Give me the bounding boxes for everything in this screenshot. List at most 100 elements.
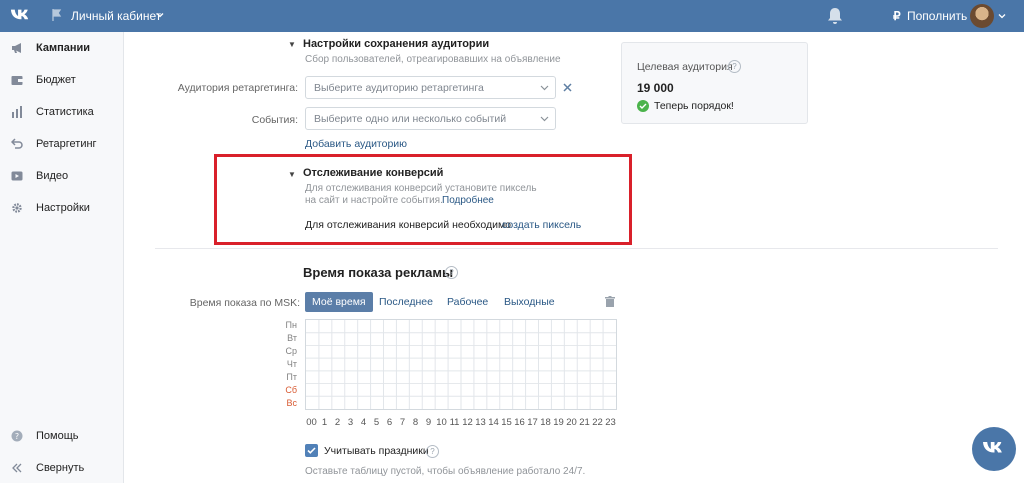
question-icon[interactable]: ? (426, 445, 439, 458)
preset-last[interactable]: Последнее (379, 292, 433, 312)
sidebar-collapse[interactable]: Свернуть (0, 453, 123, 483)
chevron-down-icon (540, 116, 549, 122)
holidays-label[interactable]: Учитывать праздники (324, 445, 429, 457)
day-label: Пн (285, 320, 297, 330)
target-audience-value: 19 000 (637, 81, 674, 95)
retarget-audience-select[interactable]: Выберите аудиторию ретаргетинга (305, 76, 556, 99)
schedule-hint: Оставьте таблицу пустой, чтобы объявлени… (305, 466, 586, 477)
svg-text:?: ? (15, 432, 19, 441)
retarget-audience-label: Аудитория ретаргетинга: (177, 82, 298, 94)
hour-label: 13 (475, 417, 486, 428)
events-label: События: (251, 114, 298, 126)
day-label: Ср (285, 346, 297, 356)
video-play-icon (11, 171, 23, 181)
schedule-title: Время показа рекламы (303, 265, 454, 280)
hour-label: 1 (321, 417, 328, 428)
chevron-down-icon (540, 85, 549, 91)
day-label: Вт (287, 333, 297, 343)
hour-label: 5 (373, 417, 380, 428)
sidebar-item-retargeting[interactable]: Ретаргетинг (0, 129, 123, 159)
add-audience-link[interactable]: Добавить аудиторию (305, 138, 407, 150)
sidebar-item-label: Статистика (36, 106, 94, 118)
question-icon[interactable]: ? (728, 60, 741, 73)
hour-label: 18 (540, 417, 551, 428)
check-circle-icon (637, 100, 649, 112)
hour-label: 8 (412, 417, 419, 428)
day-label: Чт (286, 359, 297, 369)
cabinet-menu[interactable]: Личный кабинет (71, 9, 161, 23)
hour-label: 4 (360, 417, 367, 428)
create-pixel-link[interactable]: создать пиксель (502, 219, 581, 231)
sidebar-item-label: Помощь (36, 430, 79, 442)
hour-label: 2 (334, 417, 341, 428)
chevron-down-icon[interactable] (156, 11, 164, 19)
hour-label: 7 (399, 417, 406, 428)
hour-label: 10 (436, 417, 447, 428)
topup-link[interactable]: Пополнить (907, 9, 967, 23)
pixel-required-text: Для отслеживания конверсий необходимо (305, 219, 512, 231)
hour-label: 19 (553, 417, 564, 428)
bar-chart-icon (12, 106, 22, 118)
sidebar-help[interactable]: ? Помощь (0, 421, 123, 451)
sidebar-item-campaigns[interactable]: Кампании (0, 33, 123, 63)
section-title[interactable]: Отслеживание конверсий (303, 167, 443, 179)
conversion-desc-line1: Для отслеживания конверсий установите пи… (305, 183, 537, 194)
vk-logo-icon (983, 442, 1002, 453)
chevron-down-icon[interactable] (998, 12, 1006, 20)
hour-label: 22 (592, 417, 603, 428)
preset-my-time[interactable]: Моё время (305, 292, 373, 312)
collapse-triangle-icon[interactable]: ▼ (288, 170, 296, 179)
section-divider (155, 248, 998, 249)
sidebar-item-label: Кампании (36, 42, 91, 54)
top-bar: Личный кабинет ₽ Пополнить (0, 0, 1024, 32)
collapse-triangle-icon[interactable]: ▼ (288, 40, 296, 49)
avatar[interactable] (970, 4, 994, 28)
sidebar-item-video[interactable]: Видео (0, 161, 123, 191)
hour-label: 12 (462, 417, 473, 428)
schedule-grid[interactable] (305, 319, 617, 410)
sidebar-item-label: Настройки (36, 202, 90, 214)
select-placeholder: Выберите аудиторию ретаргетинга (314, 82, 484, 94)
target-audience-status: Теперь порядок! (654, 100, 734, 112)
preset-weekends[interactable]: Выходные (504, 292, 555, 312)
preset-working[interactable]: Рабочее (447, 292, 488, 312)
double-chevron-left-icon (12, 463, 22, 473)
bell-icon[interactable] (827, 7, 843, 25)
holidays-checkbox[interactable] (305, 444, 318, 457)
sidebar-item-label: Видео (36, 170, 69, 182)
day-label: Пт (286, 372, 297, 382)
question-icon[interactable]: ? (445, 266, 458, 279)
sidebar-item-budget[interactable]: Бюджет (0, 65, 123, 95)
sidebar-item-label: Бюджет (36, 74, 76, 86)
hour-label: 3 (347, 417, 354, 428)
target-audience-card: Целевая аудитория ? 19 000 Теперь порядо… (621, 42, 808, 124)
vk-logo-icon[interactable] (10, 7, 32, 25)
sidebar-item-statistics[interactable]: Статистика (0, 97, 123, 127)
close-icon[interactable] (563, 83, 572, 92)
hour-label: 16 (514, 417, 525, 428)
hour-label: 20 (566, 417, 577, 428)
hour-label: 6 (386, 417, 393, 428)
main-content: ▼ Настройки сохранения аудитории Сбор по… (125, 32, 1024, 483)
schedule-row-label: Время показа по MSK: (189, 297, 300, 309)
hour-label: 23 (605, 417, 616, 428)
target-audience-label: Целевая аудитория (637, 61, 733, 73)
more-link[interactable]: Подробнее (442, 195, 494, 206)
hour-label: 9 (425, 417, 432, 428)
hour-label: 21 (579, 417, 590, 428)
checkmark-icon (307, 447, 316, 454)
events-select[interactable]: Выберите одно или несколько событий (305, 107, 556, 130)
section-title[interactable]: Настройки сохранения аудитории (303, 38, 489, 50)
hour-label: 17 (527, 417, 538, 428)
hour-label: 15 (501, 417, 512, 428)
gear-icon (12, 203, 22, 213)
sidebar-item-label: Ретаргетинг (36, 138, 97, 150)
help-icon: ? (11, 430, 23, 442)
vk-messenger-button[interactable] (972, 427, 1016, 471)
trash-icon[interactable] (605, 296, 615, 307)
hour-label: 11 (449, 417, 460, 428)
sidebar-item-settings[interactable]: Настройки (0, 193, 123, 223)
megaphone-icon (12, 43, 21, 53)
hour-label: 00 (306, 417, 317, 428)
retarget-arrow-icon (11, 138, 23, 149)
